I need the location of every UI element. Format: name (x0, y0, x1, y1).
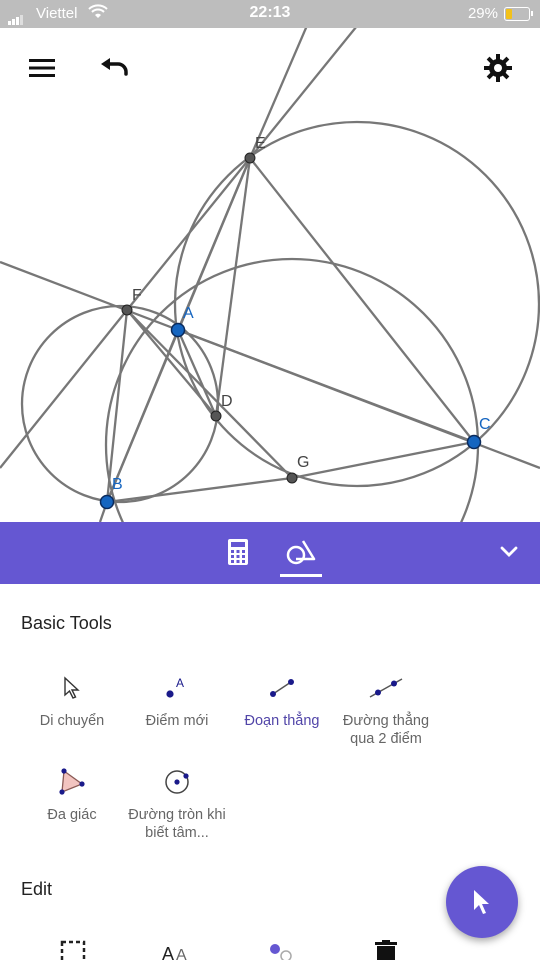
cursor-arrow-icon (64, 676, 80, 699)
line-tool-icon (369, 678, 403, 698)
menu-button[interactable] (22, 48, 62, 88)
svg-text:A: A (176, 676, 184, 690)
tools-icon (286, 540, 316, 565)
battery-icon (504, 7, 533, 21)
tool-move-label: Di chuyển (39, 713, 105, 729)
tool-segment-label: Đoạn thẳng (244, 713, 320, 729)
geometry-drawing[interactable]: E F A D C G B (0, 28, 540, 522)
point-tool-icon: A (166, 676, 184, 698)
point-c (466, 434, 482, 450)
undo-button[interactable] (95, 48, 135, 88)
point-f (121, 304, 133, 316)
graphics-view[interactable]: E F A D C G B (0, 28, 540, 522)
active-tab-indicator (280, 574, 322, 577)
chevron-down-icon (500, 546, 518, 557)
trash-icon[interactable] (374, 940, 398, 960)
seg-f-d (126, 309, 217, 417)
section-edit: Edit (21, 879, 53, 899)
seg-b-g (106, 476, 293, 504)
cursor-arrow-icon (474, 890, 489, 914)
label-c: C (479, 416, 491, 433)
label-e: E (255, 135, 266, 152)
calculator-icon (228, 539, 248, 565)
polygon-tool-icon (59, 768, 85, 795)
segment-tool-icon (270, 679, 294, 697)
line-left-down (0, 309, 128, 469)
tool-point-label: Điểm mới (145, 713, 209, 729)
gear-icon (484, 54, 512, 82)
tool-line-label: Đường thẳng qua 2 điểm (342, 713, 430, 747)
menu-icon (29, 59, 55, 77)
section-basic-tools: Basic Tools (21, 613, 112, 633)
tool-polygon[interactable]: Đa giác (17, 762, 127, 824)
show-hide-icon[interactable] (266, 940, 296, 960)
clock: 22:13 (249, 4, 291, 21)
point-g (286, 472, 298, 484)
line-e-upper-2 (249, 28, 357, 159)
label-d: D (221, 393, 233, 410)
tool-segment[interactable]: Đoạn thẳng (227, 668, 337, 730)
label-f: F (132, 287, 142, 304)
move-mode-button[interactable] (446, 866, 518, 938)
settings-button[interactable] (478, 48, 518, 88)
point-d (210, 410, 222, 422)
collapse-button[interactable] (486, 530, 532, 574)
label-b: B (112, 476, 123, 493)
point-a (170, 322, 186, 338)
tool-point[interactable]: A Điểm mới (122, 668, 232, 730)
tool-line[interactable]: Đường thẳng qua 2 điểm (331, 668, 441, 748)
circle-tool-icon (165, 770, 189, 794)
select-rect-icon[interactable] (60, 940, 86, 960)
tool-polygon-label: Đa giác (47, 807, 97, 823)
label-a: A (183, 305, 194, 322)
tab-algebra[interactable] (215, 530, 261, 574)
tool-circle-label: Đường tròn khi biết tâm... (128, 807, 226, 841)
battery-percent: 29% (467, 5, 498, 22)
tab-tools[interactable] (278, 530, 324, 574)
tool-move[interactable]: Di chuyển (17, 668, 127, 730)
point-e (244, 152, 256, 164)
point-b (99, 494, 115, 510)
svg-text:A: A (162, 944, 174, 962)
seg-g-c (291, 440, 475, 480)
text-style-icon[interactable]: A A (162, 942, 192, 962)
tool-tab-bar (0, 522, 540, 584)
label-g: G (297, 454, 309, 471)
undo-icon (101, 58, 128, 76)
status-bar: Viettel 22:13 29% (0, 0, 540, 28)
line-f-e (126, 157, 251, 311)
tool-circle[interactable]: Đường tròn khi biết tâm... (122, 762, 232, 842)
